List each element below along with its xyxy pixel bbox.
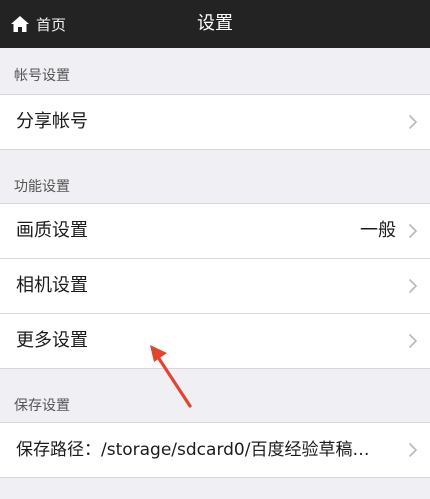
row-label: 相机设置	[16, 275, 88, 296]
row-save-path[interactable]: 保存路径：/storage/sdcard0/百度经验草稿…	[0, 423, 430, 477]
save-path-text: 保存路径：/storage/sdcard0/百度经验草稿…	[16, 423, 390, 477]
row-camera-settings[interactable]: 相机设置	[0, 259, 430, 313]
row-label: 更多设置	[16, 330, 88, 351]
row-label: 分享帐号	[16, 111, 88, 132]
save-path-label: 保存路径：	[16, 440, 101, 460]
home-back-label: 首页	[36, 15, 67, 34]
chevron-right-icon	[408, 442, 418, 458]
home-back-button[interactable]: 首页	[10, 10, 66, 38]
row-share-account[interactable]: 分享帐号	[0, 95, 430, 149]
chevron-right-icon	[408, 333, 418, 349]
section-header-save: 保存设置	[14, 398, 70, 414]
row-image-quality[interactable]: 画质设置 一般	[0, 204, 430, 258]
chevron-right-icon	[408, 114, 418, 130]
divider	[0, 368, 430, 369]
row-label: 画质设置	[16, 220, 88, 241]
row-more-settings[interactable]: 更多设置	[0, 314, 430, 368]
red-arrow-annotation	[150, 345, 192, 408]
section-header-function: 功能设置	[14, 179, 70, 195]
divider	[0, 477, 430, 478]
chevron-right-icon	[408, 278, 418, 294]
image-quality-value: 一般	[360, 220, 396, 241]
section-header-account: 帐号设置	[14, 68, 70, 84]
top-bar: 首页 设置	[0, 0, 430, 48]
home-icon	[10, 14, 30, 34]
save-path-value: /storage/sdcard0/百度经验草稿…	[101, 440, 370, 460]
divider	[0, 149, 430, 150]
chevron-right-icon	[408, 223, 418, 239]
